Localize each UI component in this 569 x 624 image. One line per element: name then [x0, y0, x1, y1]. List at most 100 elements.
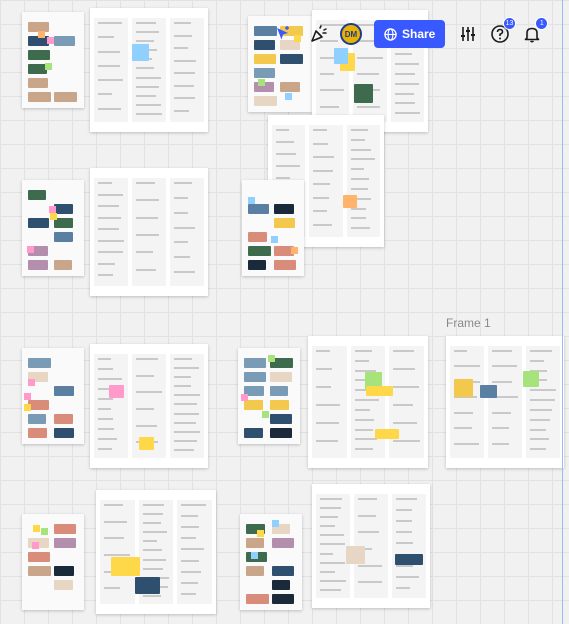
text-line — [98, 228, 119, 231]
frame-column — [312, 346, 347, 458]
text-line — [181, 526, 199, 529]
globe-icon — [384, 27, 397, 41]
text-line — [142, 504, 165, 506]
text-line — [316, 440, 338, 442]
frame-a1[interactable] — [22, 12, 84, 108]
frame-1[interactable] — [446, 336, 564, 468]
text-line — [174, 182, 192, 184]
text-line — [354, 408, 371, 411]
text-line — [530, 418, 550, 421]
text-line — [320, 89, 345, 92]
text-line — [320, 552, 333, 555]
sticky-note — [258, 79, 265, 86]
text-line — [357, 73, 379, 75]
cursor-arrow-icon[interactable] — [270, 21, 296, 47]
image-thumbnail — [28, 358, 51, 368]
sticky-note — [285, 93, 292, 100]
text-line — [181, 570, 201, 573]
frame-d3[interactable] — [240, 514, 302, 610]
text-line — [174, 241, 188, 244]
sticky-note — [24, 393, 31, 400]
text-line — [357, 56, 383, 59]
text-line — [350, 168, 364, 171]
sticky-note — [45, 63, 52, 70]
frame-d2[interactable] — [96, 490, 216, 614]
frame-column — [94, 354, 128, 458]
frame-d1[interactable] — [22, 514, 84, 610]
text-line — [98, 251, 123, 254]
text-line — [354, 438, 378, 441]
text-line — [320, 507, 341, 510]
whiteboard-canvas[interactable]: Frame 1 — [0, 0, 569, 624]
text-line — [394, 112, 420, 115]
image-thumbnail — [248, 232, 267, 242]
image-thumbnail — [280, 54, 303, 64]
text-line — [320, 73, 335, 75]
sticky-note — [28, 379, 35, 386]
frame-b2[interactable] — [90, 168, 208, 296]
text-line — [313, 183, 330, 185]
settings-sliders-icon[interactable] — [455, 21, 481, 47]
celebrate-icon[interactable] — [306, 21, 332, 47]
image-thumbnail — [354, 84, 373, 103]
sticky-note — [291, 247, 298, 254]
image-thumbnail — [244, 358, 266, 368]
user-avatar[interactable]: DM — [338, 21, 364, 47]
text-line — [396, 586, 410, 589]
image-thumbnail — [54, 260, 72, 270]
sticky-note — [257, 530, 264, 537]
frame-d4[interactable] — [312, 484, 430, 608]
sticky-note — [50, 213, 57, 220]
text-line — [313, 169, 333, 172]
frame-b3[interactable] — [242, 180, 304, 276]
text-line — [98, 262, 115, 265]
text-line — [354, 359, 370, 362]
text-line — [104, 520, 127, 523]
text-line — [313, 223, 332, 226]
text-line — [181, 515, 198, 518]
image-thumbnail — [28, 400, 49, 410]
bell-icon[interactable]: 1 — [519, 17, 549, 47]
frame-column — [346, 125, 380, 237]
text-line — [142, 567, 164, 570]
text-line — [354, 448, 374, 451]
text-line — [354, 399, 380, 402]
text-line — [354, 418, 375, 421]
image-thumbnail — [280, 82, 300, 92]
text-line — [454, 350, 467, 352]
text-line — [136, 112, 162, 115]
frame-a2[interactable] — [90, 8, 208, 132]
text-line — [454, 442, 479, 445]
frame-c1[interactable] — [22, 348, 84, 444]
text-line — [313, 210, 327, 212]
frame-label: Frame 1 — [446, 316, 491, 330]
text-line — [142, 513, 164, 516]
text-line — [174, 34, 192, 37]
frame-b1[interactable] — [22, 180, 84, 276]
text-line — [136, 40, 154, 43]
text-line — [393, 404, 413, 406]
text-line — [136, 234, 159, 236]
image-thumbnail — [270, 428, 292, 438]
text-line — [98, 418, 113, 420]
text-line — [354, 350, 373, 352]
frame-c3[interactable] — [238, 348, 300, 444]
text-line — [492, 365, 517, 368]
text-line — [454, 411, 473, 414]
text-line — [174, 271, 195, 274]
text-line — [393, 440, 420, 442]
text-line — [394, 102, 415, 105]
image-thumbnail — [28, 92, 51, 102]
image-thumbnail — [270, 386, 288, 396]
frame-c4[interactable] — [308, 336, 428, 468]
text-line — [396, 509, 412, 512]
text-line — [492, 350, 512, 352]
text-line — [320, 105, 340, 108]
text-line — [174, 226, 195, 229]
frame-c2[interactable] — [90, 344, 208, 468]
text-line — [316, 368, 332, 370]
text-line — [104, 537, 124, 540]
help-icon[interactable]: 13 — [487, 17, 517, 47]
text-line — [316, 422, 339, 424]
share-button[interactable]: Share — [374, 20, 446, 48]
